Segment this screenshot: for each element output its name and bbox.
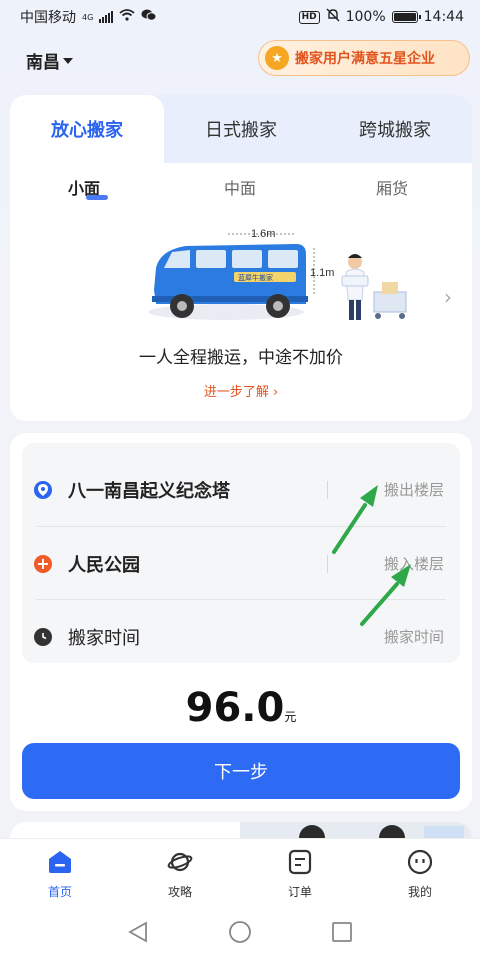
badge-text: 搬家用户满意五星企业 bbox=[295, 51, 435, 67]
price-display: 96.0元 bbox=[10, 685, 472, 731]
van-body-label: 蓝犀牛搬家 bbox=[238, 273, 273, 282]
battery-percent: 100% bbox=[345, 9, 386, 25]
van-height-label: 1.1m bbox=[310, 267, 334, 279]
price-amount: 96.0 bbox=[185, 685, 285, 731]
nav-home[interactable]: 首页 bbox=[15, 849, 105, 900]
hd-icon: HD bbox=[298, 10, 320, 24]
moving-time-label: 搬家时间 bbox=[68, 627, 140, 649]
clock: 14:44 bbox=[423, 9, 464, 25]
from-address: 八一南昌起义纪念塔 bbox=[68, 480, 230, 502]
home-icon bbox=[47, 849, 73, 878]
nav-guide-label: 攻略 bbox=[167, 885, 192, 899]
slogan-text: 一人全程搬运，中途不加价 bbox=[139, 348, 343, 368]
tab-intercity-moving[interactable]: 跨城搬家 bbox=[318, 95, 472, 163]
tab-label: 放心搬家 bbox=[51, 120, 123, 141]
vehicle-tab-small-van[interactable]: 小面 bbox=[68, 175, 109, 200]
planet-icon bbox=[167, 849, 193, 878]
from-address-row[interactable]: 八一南昌起义纪念塔 搬出楼层 bbox=[22, 453, 460, 526]
vehicle-tab-medium-van[interactable]: 中面 bbox=[224, 175, 256, 199]
van-illustration: 1.6m 1.1m 蓝犀牛搬家 bbox=[148, 228, 407, 320]
five-star-badge[interactable]: ★ 搬家用户满意五星企业 bbox=[258, 40, 470, 76]
address-box: 八一南昌起义纪念塔 搬出楼层 + 人民公园 搬入楼层 搬家时间 搬家时间 bbox=[22, 443, 460, 663]
service-tabs: 放心搬家 日式搬家 跨城搬家 bbox=[10, 95, 472, 163]
next-vehicle-chevron-icon[interactable]: › bbox=[444, 285, 452, 309]
medal-star-icon: ★ bbox=[265, 46, 289, 70]
system-nav-bar bbox=[0, 908, 480, 960]
bottom-tab-bar: 首页 攻略 订单 我的 bbox=[0, 838, 480, 908]
recents-square-icon bbox=[332, 922, 352, 942]
status-bar: 中国移动 4G HD 100% 14:44 bbox=[0, 0, 480, 34]
price-unit: 元 bbox=[284, 710, 297, 724]
divider bbox=[327, 480, 328, 499]
move-out-floor-field[interactable]: 搬出楼层 bbox=[384, 479, 444, 500]
move-in-floor-field[interactable]: 搬入楼层 bbox=[384, 553, 444, 574]
wechat-icon bbox=[141, 8, 157, 26]
signal-icon bbox=[99, 11, 114, 23]
van-length-label: 1.6m bbox=[251, 228, 275, 240]
nav-profile-label: 我的 bbox=[407, 885, 432, 899]
divider bbox=[327, 554, 328, 573]
back-triangle-icon bbox=[128, 921, 147, 943]
tab-japanese-moving[interactable]: 日式搬家 bbox=[164, 95, 318, 163]
to-address: 人民公园 bbox=[68, 554, 140, 576]
nav-orders[interactable]: 订单 bbox=[255, 849, 345, 900]
nav-orders-label: 订单 bbox=[287, 885, 312, 899]
order-list-icon bbox=[287, 849, 313, 878]
caret-down-icon bbox=[63, 57, 73, 64]
system-nav-icons bbox=[128, 921, 352, 943]
tab-label: 日式搬家 bbox=[205, 120, 277, 141]
top-bar: 南昌 ★ 搬家用户满意五星企业 bbox=[0, 38, 480, 82]
service-card: 放心搬家 日式搬家 跨城搬家 小面 中面 厢货 1.6m 1.1m 蓝犀牛搬家 … bbox=[10, 95, 472, 421]
moving-time-field[interactable]: 搬家时间 bbox=[384, 626, 444, 647]
tab-label: 跨城搬家 bbox=[359, 120, 431, 141]
moving-time-row[interactable]: 搬家时间 搬家时间 bbox=[22, 600, 460, 673]
city-name: 南昌 bbox=[26, 53, 60, 73]
clock-icon bbox=[34, 627, 52, 646]
home-circle-icon bbox=[229, 921, 251, 943]
battery-icon bbox=[391, 11, 421, 23]
vehicle-tabs: 小面 中面 厢货 bbox=[10, 175, 472, 205]
plus-icon: + bbox=[34, 554, 52, 573]
city-selector[interactable]: 南昌 bbox=[26, 48, 73, 73]
carrier-label: 中国移动 bbox=[20, 10, 76, 26]
next-step-button[interactable]: 下一步 bbox=[22, 743, 460, 799]
nav-guide[interactable]: 攻略 bbox=[135, 849, 225, 900]
location-pin-icon bbox=[34, 480, 52, 499]
network-label: 4G bbox=[82, 12, 94, 22]
nav-profile[interactable]: 我的 bbox=[375, 849, 465, 900]
learn-more-link[interactable]: 进一步了解 › bbox=[10, 381, 472, 400]
mute-bell-icon bbox=[326, 8, 340, 26]
nav-home-label: 首页 bbox=[47, 885, 72, 899]
order-form-card: 八一南昌起义纪念塔 搬出楼层 + 人民公园 搬入楼层 搬家时间 搬家时间 96.… bbox=[10, 433, 472, 811]
vehicle-tab-box-truck[interactable]: 厢货 bbox=[376, 175, 408, 199]
tab-worry-free-moving[interactable]: 放心搬家 bbox=[10, 95, 164, 163]
to-address-row[interactable]: + 人民公园 搬入楼层 bbox=[22, 527, 460, 600]
wifi-icon bbox=[119, 9, 135, 25]
smiley-face-icon bbox=[407, 849, 433, 878]
